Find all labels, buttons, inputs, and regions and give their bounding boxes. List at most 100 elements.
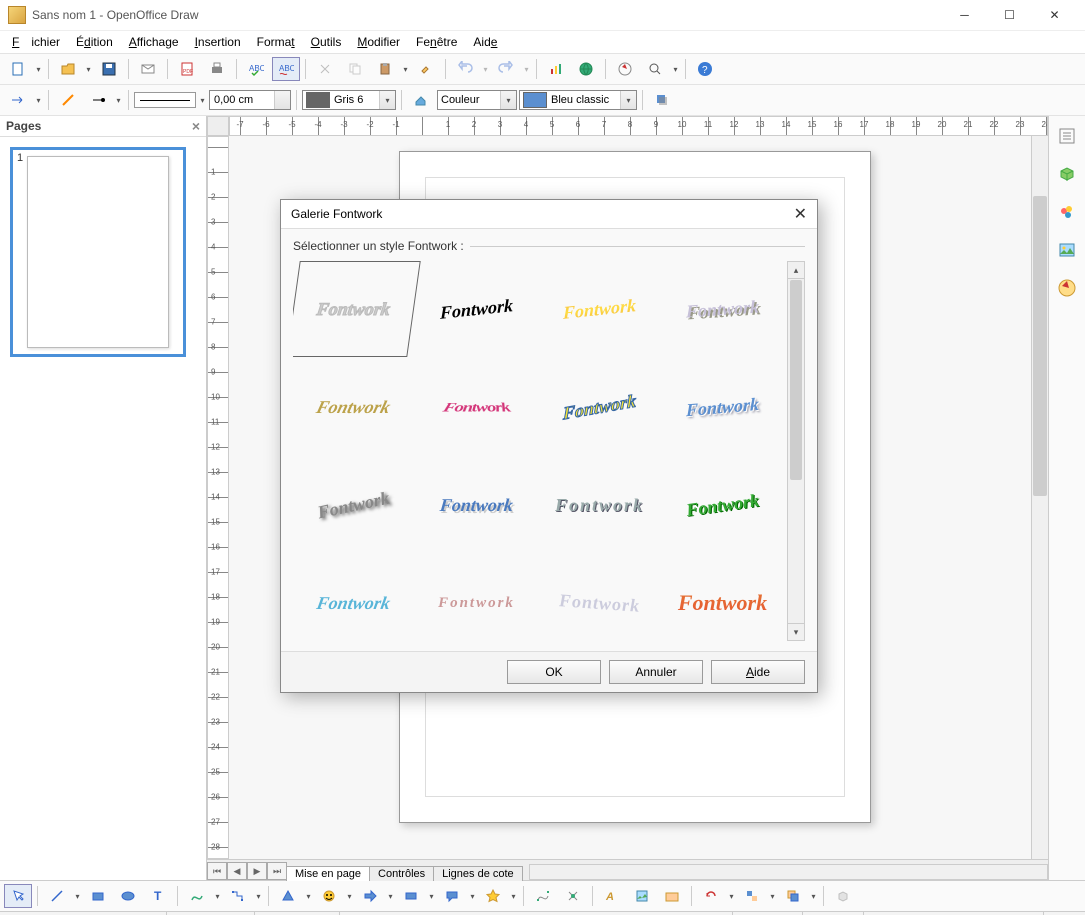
fontwork-style-9[interactable]: Fontwork [293, 445, 423, 564]
select-tool[interactable] [4, 884, 32, 908]
fill-type-combo[interactable]: Couleur ▾ [437, 90, 517, 110]
tab-nav-prev[interactable]: ◀ [227, 862, 247, 880]
cancel-button[interactable]: Annuler [609, 660, 703, 684]
block-arrows-tool[interactable] [356, 884, 384, 908]
fontwork-style-11[interactable]: Fontwork [539, 457, 660, 553]
minimize-button[interactable]: ─ [942, 1, 987, 29]
fill-color-combo[interactable]: Bleu classic ▾ [519, 90, 637, 110]
cut-button[interactable] [311, 57, 339, 81]
gluepoints-tool[interactable] [559, 884, 587, 908]
dialog-close-icon[interactable]: ✕ [794, 204, 807, 224]
fontwork-style-10[interactable]: Fontwork [411, 457, 542, 553]
export-pdf-button[interactable]: PDF [173, 57, 201, 81]
tab-dimlines[interactable]: Lignes de cote [433, 866, 523, 881]
maximize-button[interactable]: ☐ [987, 1, 1032, 29]
basic-shapes-tool[interactable] [274, 884, 302, 908]
tab-nav-next[interactable]: ▶ [247, 862, 267, 880]
tab-layout[interactable]: Mise en page [286, 866, 370, 881]
fontwork-style-4[interactable]: Fontwork [662, 261, 783, 361]
menu-format[interactable]: Format [251, 33, 301, 51]
gallery-tool[interactable] [658, 884, 686, 908]
align-tool[interactable] [738, 884, 766, 908]
menu-modify[interactable]: Modifier [351, 33, 406, 51]
undo-button[interactable] [451, 57, 479, 81]
spellcheck-button[interactable]: ABC [242, 57, 270, 81]
format-paintbrush-button[interactable] [412, 57, 440, 81]
text-tool[interactable]: T [144, 884, 172, 908]
line-width-spinner[interactable]: 0,00 cm [209, 90, 291, 110]
curve-tool[interactable] [183, 884, 211, 908]
fontwork-style-13[interactable]: Fontwork [293, 555, 422, 641]
ellipse-tool[interactable] [114, 884, 142, 908]
tab-nav-last[interactable]: ⏭ [267, 862, 287, 880]
sidebar-properties-icon[interactable] [1053, 122, 1081, 150]
menu-window[interactable]: Fenêtre [410, 33, 463, 51]
fontwork-style-7[interactable]: Fontwork [539, 348, 660, 465]
sidebar-image-icon[interactable] [1053, 236, 1081, 264]
sidebar-gallery-icon[interactable] [1053, 198, 1081, 226]
sidebar-navigator-icon[interactable] [1053, 274, 1081, 302]
arrow-style-button[interactable] [4, 88, 32, 112]
symbol-shapes-tool[interactable] [315, 884, 343, 908]
line-tool[interactable] [43, 884, 71, 908]
vertical-scrollbar[interactable] [1031, 136, 1048, 859]
fontwork-style-8[interactable]: Fontwork [662, 354, 783, 461]
close-button[interactable]: ✕ [1032, 1, 1077, 29]
from-file-tool[interactable] [628, 884, 656, 908]
fontwork-style-14[interactable]: Fontwork [416, 555, 537, 641]
fontwork-style-1[interactable]: Fontwork [293, 261, 421, 357]
callouts-tool[interactable] [438, 884, 466, 908]
extrusion-tool[interactable] [829, 884, 857, 908]
arrange-tool[interactable] [779, 884, 807, 908]
vertical-ruler[interactable]: 1234567891011121314151617181920212223242… [207, 136, 229, 859]
tab-nav-first[interactable]: ⏮ [207, 862, 227, 880]
save-button[interactable] [95, 57, 123, 81]
redo-button[interactable] [492, 57, 520, 81]
paste-button[interactable] [371, 57, 399, 81]
open-dropdown[interactable]: ▾ [84, 65, 93, 74]
horizontal-scrollbar[interactable] [529, 864, 1048, 880]
copy-button[interactable] [341, 57, 369, 81]
help-button[interactable]: ? [691, 57, 719, 81]
fontwork-style-3[interactable]: Fontwork [539, 261, 660, 363]
new-dropdown[interactable]: ▾ [34, 65, 43, 74]
line-end-button[interactable] [84, 88, 112, 112]
line-style-combo[interactable] [134, 92, 196, 108]
menu-tools[interactable]: Outils [305, 33, 348, 51]
menu-view[interactable]: Affichage [123, 33, 185, 51]
hyperlink-button[interactable] [572, 57, 600, 81]
menu-help[interactable]: Aide [467, 33, 503, 51]
tab-controls[interactable]: Contrôles [369, 866, 434, 881]
help-button[interactable]: Aide [711, 660, 805, 684]
gallery-scrollbar[interactable]: ▴▾ [787, 261, 805, 641]
fontwork-style-12[interactable]: Fontwork [656, 449, 783, 561]
autospell-button[interactable]: ABC [272, 57, 300, 81]
rotate-tool[interactable] [697, 884, 725, 908]
shadow-button[interactable] [648, 88, 676, 112]
fontwork-style-16[interactable]: Fontwork [662, 555, 783, 641]
line-color-combo[interactable]: Gris 6 ▾ [302, 90, 396, 110]
menu-edit[interactable]: Édition [70, 33, 119, 51]
print-button[interactable] [203, 57, 231, 81]
points-tool[interactable] [529, 884, 557, 908]
zoom-button[interactable] [641, 57, 669, 81]
menu-insert[interactable]: Insertion [189, 33, 247, 51]
horizontal-ruler[interactable]: -7-6-5-4-3-2-112345678910111213141516171… [229, 116, 1048, 136]
open-button[interactable] [54, 57, 82, 81]
ok-button[interactable]: OK [507, 660, 601, 684]
line-color-button[interactable] [54, 88, 82, 112]
fontwork-tool[interactable]: A [598, 884, 626, 908]
pages-panel-close-icon[interactable]: × [192, 118, 200, 134]
chart-button[interactable] [542, 57, 570, 81]
fontwork-style-2[interactable]: Fontwork [416, 261, 537, 363]
sidebar-3d-icon[interactable] [1053, 160, 1081, 188]
stars-tool[interactable] [479, 884, 507, 908]
fontwork-style-15[interactable]: Fontwork [539, 551, 660, 641]
connector-tool[interactable] [224, 884, 252, 908]
paste-dropdown[interactable]: ▾ [401, 65, 410, 74]
email-button[interactable] [134, 57, 162, 81]
navigator-button[interactable] [611, 57, 639, 81]
area-button[interactable] [407, 88, 435, 112]
rect-tool[interactable] [84, 884, 112, 908]
new-button[interactable] [4, 57, 32, 81]
